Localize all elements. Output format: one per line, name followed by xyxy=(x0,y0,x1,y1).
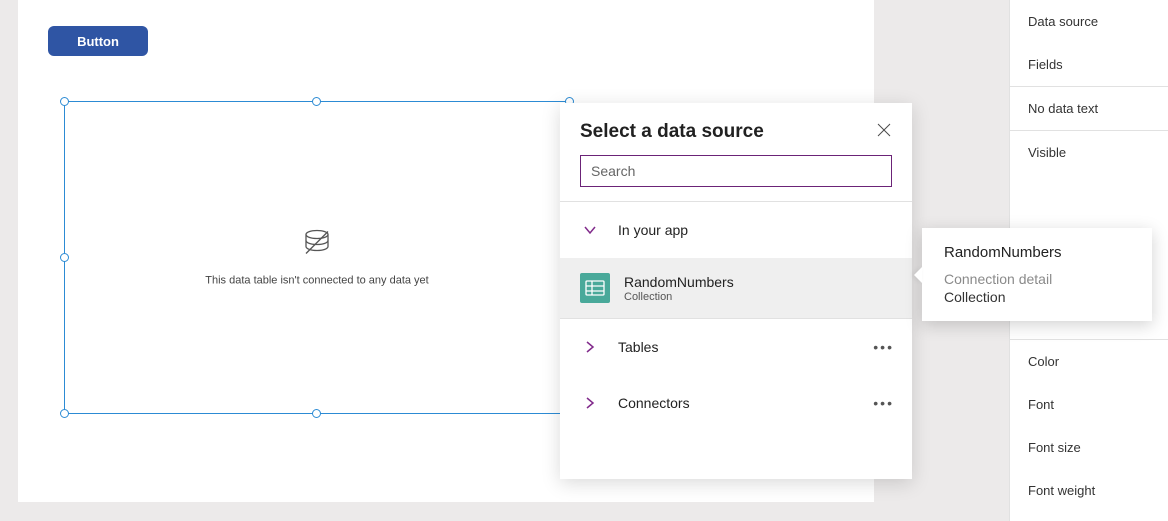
tooltip-value: Collection xyxy=(944,289,1132,305)
tooltip-label: Connection detail xyxy=(944,271,1132,287)
data-table-control[interactable]: This data table isn't connected to any d… xyxy=(64,101,570,414)
datasource-item-randomnumbers[interactable]: RandomNumbers Collection xyxy=(560,258,912,318)
section-tables[interactable]: Tables ••• xyxy=(560,319,912,375)
property-font[interactable]: Font xyxy=(1010,383,1168,426)
resize-handle[interactable] xyxy=(312,409,321,418)
empty-state: This data table isn't connected to any d… xyxy=(65,229,569,286)
property-font-weight[interactable]: Font weight xyxy=(1010,469,1168,512)
popup-title: Select a data source xyxy=(580,121,764,143)
search-input[interactable] xyxy=(580,155,892,187)
more-icon[interactable]: ••• xyxy=(873,339,894,355)
property-color[interactable]: Color xyxy=(1010,340,1168,383)
property-data-source[interactable]: Data source xyxy=(1010,0,1168,43)
datasource-subtype: Collection xyxy=(624,291,734,303)
section-connectors[interactable]: Connectors ••• xyxy=(560,375,912,431)
property-no-data-text[interactable]: No data text xyxy=(1010,87,1168,130)
more-icon[interactable]: ••• xyxy=(873,395,894,411)
section-label: Connectors xyxy=(618,395,690,411)
property-visible[interactable]: Visible xyxy=(1010,131,1168,174)
chevron-right-icon xyxy=(580,340,600,354)
section-label: Tables xyxy=(618,339,658,355)
resize-handle[interactable] xyxy=(60,409,69,418)
database-icon xyxy=(302,229,332,260)
button-label: Button xyxy=(77,34,119,49)
resize-handle[interactable] xyxy=(312,97,321,106)
resize-handle[interactable] xyxy=(60,97,69,106)
property-fields[interactable]: Fields xyxy=(1010,43,1168,86)
chevron-right-icon xyxy=(580,396,600,410)
collection-icon xyxy=(580,273,610,303)
tooltip-title: RandomNumbers xyxy=(944,244,1132,261)
section-in-your-app[interactable]: In your app xyxy=(560,202,912,258)
empty-state-message: This data table isn't connected to any d… xyxy=(65,274,569,286)
property-font-size[interactable]: Font size xyxy=(1010,426,1168,469)
close-icon[interactable] xyxy=(876,122,892,143)
section-label: In your app xyxy=(618,222,688,238)
select-data-source-popup: Select a data source In your app RandomN… xyxy=(560,103,912,479)
datasource-tooltip: RandomNumbers Connection detail Collecti… xyxy=(922,228,1152,321)
button-control[interactable]: Button xyxy=(48,26,148,56)
chevron-down-icon xyxy=(580,223,600,237)
datasource-name: RandomNumbers xyxy=(624,274,734,290)
